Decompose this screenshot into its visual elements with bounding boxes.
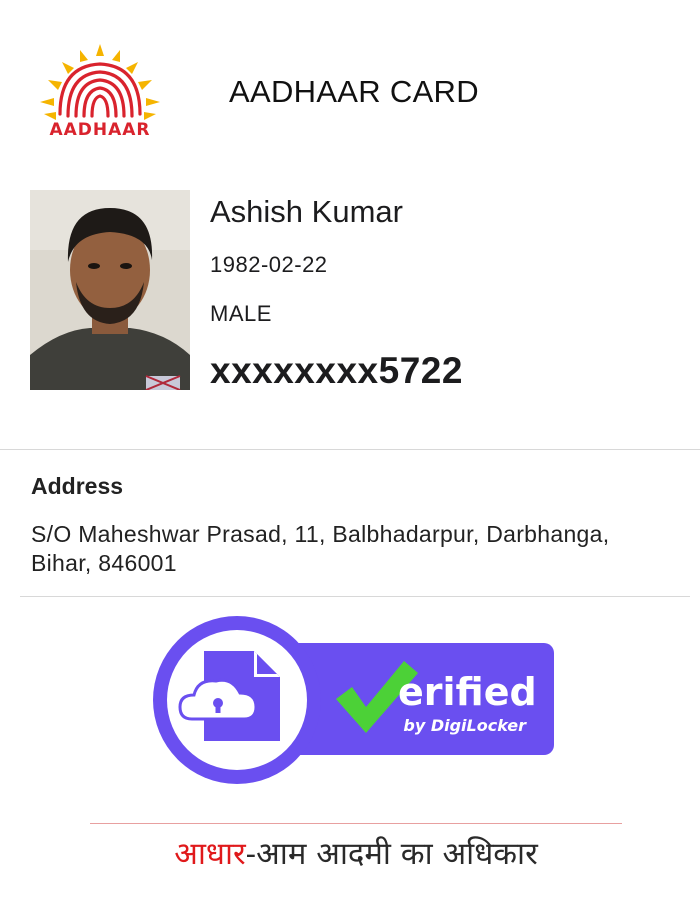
profile-photo	[30, 190, 190, 390]
digilocker-verified-badge: erified by DigiLocker	[153, 616, 554, 784]
aadhaar-number: xxxxxxxx5722	[210, 350, 463, 391]
header: AADHAAR AADHAAR CARD	[0, 0, 700, 170]
address-value: S/O Maheshwar Prasad, 11, Balbhadarpur, …	[31, 521, 610, 576]
holder-name: Ashish Kumar	[210, 194, 403, 229]
by-digilocker-text: by DigiLocker	[403, 716, 527, 735]
motto-rest: -आम आदमी का अधिकार	[245, 836, 538, 872]
gender: MALE	[210, 301, 272, 326]
section-divider	[20, 596, 690, 597]
profile-section: Ashish Kumar 1982-02-22 MALE xxxxxxxx572…	[30, 190, 680, 391]
logo-text: AADHAAR	[49, 120, 150, 140]
page-title: AADHAAR CARD	[229, 74, 479, 109]
motto-highlight: आधार	[174, 836, 246, 872]
aadhaar-motto: आधार-आम आदमी का अधिकार	[90, 832, 622, 874]
date-of-birth: 1982-02-22	[210, 252, 328, 277]
motto-rule	[90, 823, 622, 824]
aadhaar-logo: AADHAAR	[40, 44, 160, 140]
section-divider	[0, 449, 700, 450]
address-label: Address	[31, 473, 124, 499]
verified-word: erified	[398, 670, 537, 714]
